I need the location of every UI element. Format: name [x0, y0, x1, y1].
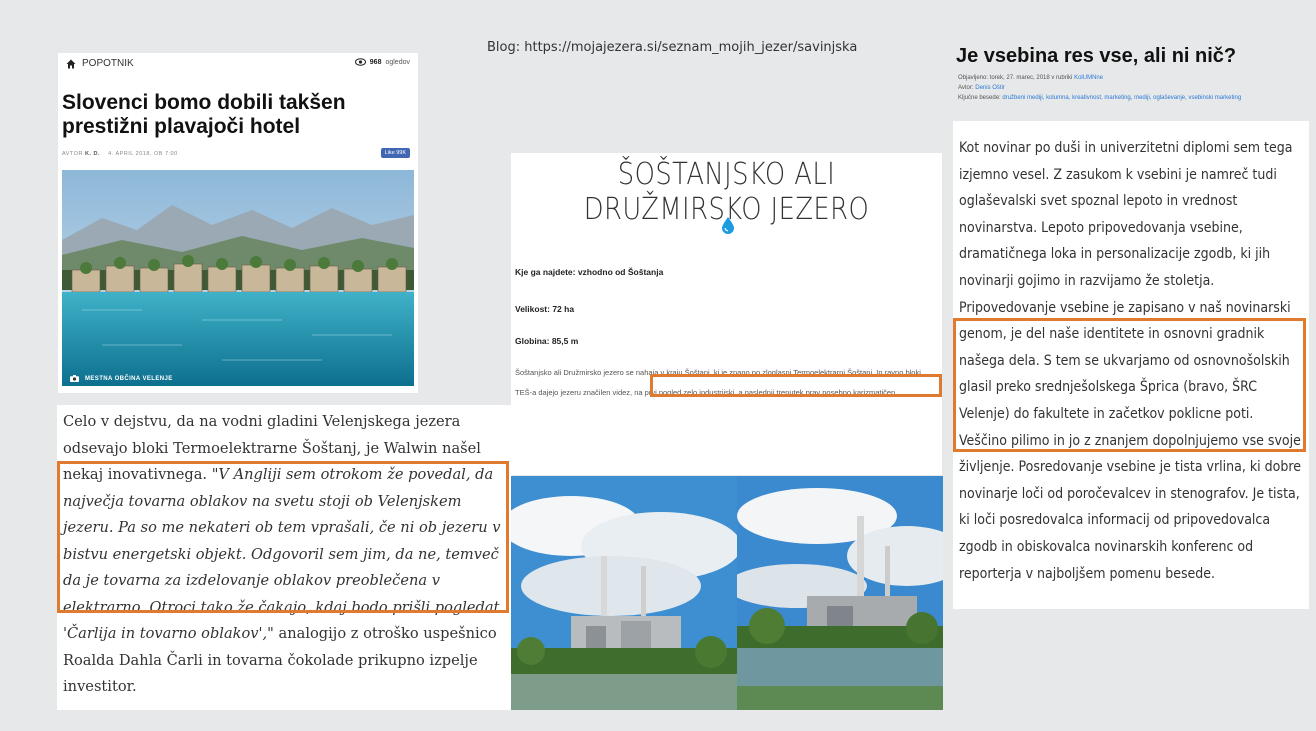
- lake-depth: Globina: 85,5 m: [515, 336, 579, 346]
- floating-hotel-illustration: [62, 170, 414, 386]
- views-count: 968: [369, 58, 382, 66]
- power-plant-photo-1: [511, 476, 737, 710]
- category-label: POPOTNIK: [82, 58, 134, 69]
- lake-location: Kje ga najdete: vzhodno od Šoštanja: [515, 267, 664, 277]
- highlight-box-middle: [650, 374, 942, 397]
- lake-size: Velikost: 72 ha: [515, 304, 575, 314]
- news-card-header: POPOTNIK 968 ogledov: [66, 58, 410, 74]
- highlight-box-right: [953, 318, 1306, 452]
- category[interactable]: POPOTNIK: [66, 58, 134, 69]
- column-title[interactable]: Je vsebina res vse, ali ni nič?: [956, 45, 1236, 68]
- eye-icon: [354, 58, 366, 66]
- column-section-link[interactable]: KolUMNne: [1074, 75, 1103, 81]
- column-author: Avtor: Denis Oštir: [958, 85, 1005, 91]
- power-plant-illustration-2: [737, 476, 943, 710]
- power-plant-photo-2: [737, 476, 943, 710]
- column-author-link[interactable]: Denis Oštir: [975, 85, 1005, 91]
- water-drop-icon: [722, 217, 734, 234]
- news-article-card: POPOTNIK 968 ogledov Slovenci bomo dobil…: [58, 53, 418, 393]
- photo-caption-text: MESTNA OBČINA VELENJE: [85, 375, 173, 382]
- column-tags-label: Ključne besede:: [958, 95, 1001, 101]
- blog-url-caption: Blog: https://mojajezera.si/seznam_mojih…: [487, 40, 858, 55]
- column-published-text: Objavljeno: torek, 27. marec, 2018 v rub…: [958, 75, 1073, 81]
- column-published: Objavljeno: torek, 27. marec, 2018 v rub…: [958, 75, 1103, 81]
- views-label: ogledov: [385, 58, 410, 66]
- author-label: AVTOR: [62, 151, 83, 157]
- column-header: Je vsebina res vse, ali ni nič? Objavlje…: [954, 43, 1264, 115]
- publish-date: 4. APRIL 2018, OB 7:00: [108, 151, 178, 157]
- column-author-label: Avtor:: [958, 85, 974, 91]
- photo-caption: MESTNA OBČINA VELENJE: [70, 375, 173, 382]
- column-tags: Ključne besede: družbeni mediji, kolumna…: [958, 95, 1241, 101]
- column-tags-links[interactable]: družbeni mediji, kolumna, kreativnost, m…: [1002, 95, 1241, 101]
- author-name: K. D.: [84, 151, 101, 157]
- highlight-box-left: [57, 461, 509, 613]
- news-meta: AVTOR K. D. 4. APRIL 2018, OB 7:00: [62, 151, 178, 157]
- lake-info-card: ŠOŠTANJSKO ALI DRUŽMIRSKO JEZERO Kje ga …: [511, 153, 942, 475]
- hotel-photo: MESTNA OBČINA VELENJE: [62, 170, 414, 386]
- views-counter: 968 ogledov: [354, 58, 410, 66]
- power-plant-illustration-1: [511, 476, 737, 710]
- like-button[interactable]: Like 99K: [380, 148, 410, 158]
- camera-icon: [70, 375, 79, 382]
- home-icon: [66, 59, 76, 68]
- news-title[interactable]: Slovenci bomo dobili takšen prestižni pl…: [62, 91, 362, 139]
